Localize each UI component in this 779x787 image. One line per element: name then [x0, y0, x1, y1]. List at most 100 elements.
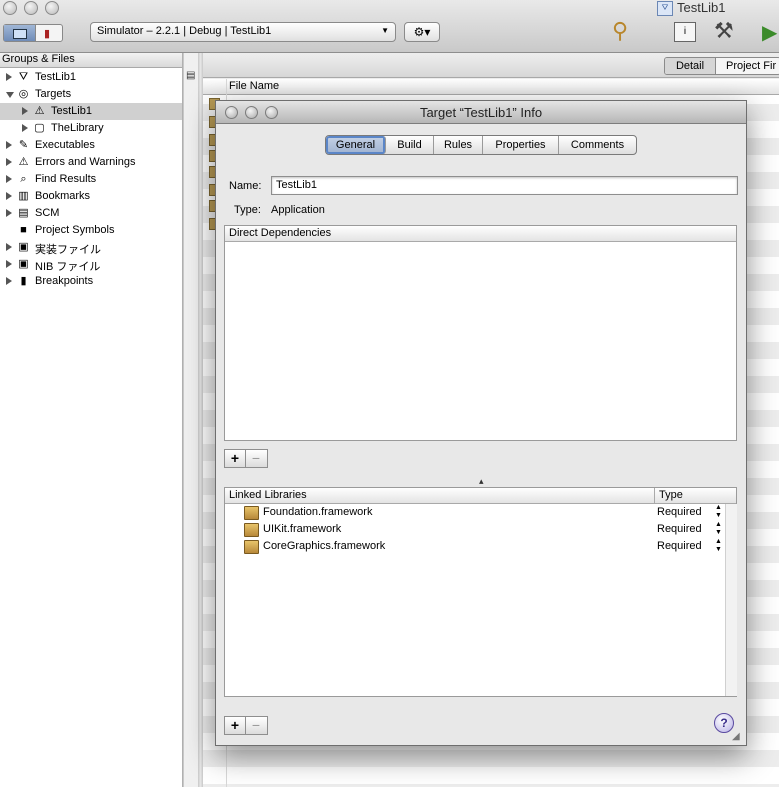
libraries-scrollbar[interactable] [725, 504, 737, 696]
type-value: Application [271, 204, 325, 216]
sidebar-header-label: Groups & Files [2, 53, 75, 65]
disclosure-closed-icon[interactable] [22, 124, 28, 132]
sidebar-item[interactable]: ▣ 実装ファイル [0, 239, 182, 256]
library-row[interactable]: CoreGraphics.framework Required ▲ ▼ [225, 538, 725, 555]
scm-icon: ▤ [18, 207, 29, 219]
action-gear-button[interactable]: ⚙▾ [404, 22, 440, 42]
tab-general[interactable]: General [326, 136, 386, 154]
framework-icon [244, 506, 259, 520]
sidebar-item-label: TestLib1 [35, 71, 76, 83]
build-and-go-icon[interactable]: ▶ [762, 20, 777, 45]
direct-dependencies-label: Direct Dependencies [229, 227, 332, 239]
disclosure-closed-icon[interactable] [6, 158, 12, 166]
zoom-window-button[interactable] [45, 1, 59, 15]
library-type: Required [657, 506, 702, 518]
sidebar-item[interactable]: ▢ TheLibrary [0, 120, 182, 137]
library-type: Required [657, 523, 702, 535]
help-button[interactable]: ? [714, 713, 734, 733]
sidebar-item-label: Breakpoints [35, 275, 94, 287]
info-icon[interactable]: i [674, 22, 696, 42]
sidebar-item[interactable]: ▤ SCM [0, 205, 182, 222]
sidebar-scrollbar[interactable] [183, 53, 198, 787]
sidebar-item[interactable]: ■ Project Symbols [0, 222, 182, 239]
build-hammer-icon[interactable]: ⚒ [714, 18, 734, 44]
library-name: Foundation.framework [263, 506, 373, 518]
close-window-button[interactable] [3, 1, 17, 15]
disclosure-closed-icon[interactable] [6, 243, 12, 251]
tab-project-find[interactable]: Project Fir [726, 58, 776, 74]
groups-and-files-sidebar: Groups & Files ⛛ TestLib1 ◎ Targets ⚠ TestLib… [0, 53, 183, 787]
sidebar-item[interactable]: ⛛ TestLib1 [0, 69, 182, 86]
magnifier-icon: ⌕ [20, 173, 27, 185]
sidebar-header[interactable]: Groups & Files [0, 53, 182, 68]
dependencies-add-remove: + − [224, 449, 268, 468]
framework-icon [244, 540, 259, 554]
editor-view-icon[interactable]: ▮ [44, 27, 50, 40]
active-scheme-popup[interactable]: Simulator – 2.2.1 | Debug | TestLib1 ▼ [90, 22, 396, 42]
sidebar-item[interactable]: ⚠ TestLib1 [0, 103, 182, 120]
type-stepper-icon[interactable]: ▲ ▼ [715, 504, 722, 520]
disclosure-closed-icon[interactable] [6, 260, 12, 268]
type-column-header[interactable]: Type [659, 489, 683, 501]
disclosure-open-icon[interactable] [6, 92, 14, 98]
disclosure-closed-icon[interactable] [22, 107, 28, 115]
page-view-segmented-control[interactable]: ▮ [3, 24, 63, 42]
sidebar-item[interactable]: ▥ Bookmarks [0, 188, 182, 205]
sidebar-item[interactable]: ▮ Breakpoints [0, 273, 182, 290]
library-row[interactable]: Foundation.framework Required ▲ ▼ [225, 504, 725, 521]
column-divider [654, 488, 655, 503]
sidebar-item[interactable]: ⌕ Find Results [0, 171, 182, 188]
linked-libraries-table[interactable]: Linked Libraries Type Foundation.framewo… [224, 487, 737, 697]
sidebar-item[interactable]: ◎ Targets [0, 86, 182, 103]
panel-title-bar[interactable]: Target “TestLib1” Info [216, 101, 746, 124]
name-label: Name: [229, 180, 262, 192]
project-icon: ⛛ [18, 71, 29, 83]
tab-comments[interactable]: Comments [559, 136, 636, 154]
sidebar-item[interactable]: ✎ Executables [0, 137, 182, 154]
list-options-icon[interactable]: ▤ [186, 70, 195, 81]
split-view-handle-icon[interactable]: ▴ [479, 476, 484, 487]
type-stepper-icon[interactable]: ▲ ▼ [715, 521, 722, 537]
sidebar-item-label: TestLib1 [51, 105, 92, 117]
main-toolbar: ⛛ TestLib1 ▮ Simulator – 2.2.1 | Debug |… [0, 0, 779, 53]
remove-library-button[interactable]: − [246, 717, 266, 734]
type-label: Type: [234, 204, 261, 216]
linked-libraries-header: Linked Libraries Type [225, 488, 736, 504]
sidebar-item[interactable]: ⚠ Errors and Warnings [0, 154, 182, 171]
sidebar-item-label: 実装ファイル [35, 244, 101, 256]
disclosure-closed-icon[interactable] [6, 209, 12, 217]
disclosure-closed-icon[interactable] [6, 277, 12, 285]
tab-rules[interactable]: Rules [434, 136, 483, 154]
linked-libraries-column-header[interactable]: Linked Libraries [229, 489, 307, 501]
disclosure-closed-icon[interactable] [6, 141, 12, 149]
target-name-field[interactable]: TestLib1 [271, 176, 738, 195]
direct-dependencies-table[interactable]: Direct Dependencies [224, 225, 737, 441]
library-row[interactable]: UIKit.framework Required ▲ ▼ [225, 521, 725, 538]
add-dependency-button[interactable]: + [225, 450, 246, 467]
file-name-column-header[interactable]: File Name [203, 79, 779, 95]
tab-properties[interactable]: Properties [483, 136, 559, 154]
overview-view-button[interactable] [4, 25, 36, 41]
disclosure-closed-icon[interactable] [6, 73, 12, 81]
project-document-icon: ⛛ [657, 1, 673, 16]
bookmarks-icon: ▥ [18, 190, 29, 202]
sidebar-item[interactable]: ▣ NIB ファイル [0, 256, 182, 273]
file-name-column-label: File Name [229, 80, 280, 92]
sidebar-item-label: Targets [35, 88, 72, 100]
disclosure-closed-icon[interactable] [6, 175, 12, 183]
detail-tab-control[interactable]: Detail Project Fir [664, 57, 779, 75]
resize-grip-icon[interactable]: ◢ [732, 731, 740, 742]
disclosure-closed-icon[interactable] [6, 192, 12, 200]
clean-broom-icon[interactable]: ⚲ [612, 18, 628, 44]
minimize-window-button[interactable] [24, 1, 38, 15]
sidebar-item-label: Executables [35, 139, 95, 151]
target-icon: ◎ [18, 88, 29, 100]
direct-dependencies-header[interactable]: Direct Dependencies [225, 226, 736, 242]
type-stepper-icon[interactable]: ▲ ▼ [715, 538, 722, 554]
remove-dependency-button[interactable]: − [246, 450, 266, 467]
library-name: CoreGraphics.framework [263, 540, 386, 552]
active-scheme-label: Simulator – 2.2.1 | Debug | TestLib1 [97, 25, 272, 37]
tab-build[interactable]: Build [386, 136, 434, 154]
add-library-button[interactable]: + [225, 717, 246, 734]
tab-detail[interactable]: Detail [665, 58, 716, 74]
